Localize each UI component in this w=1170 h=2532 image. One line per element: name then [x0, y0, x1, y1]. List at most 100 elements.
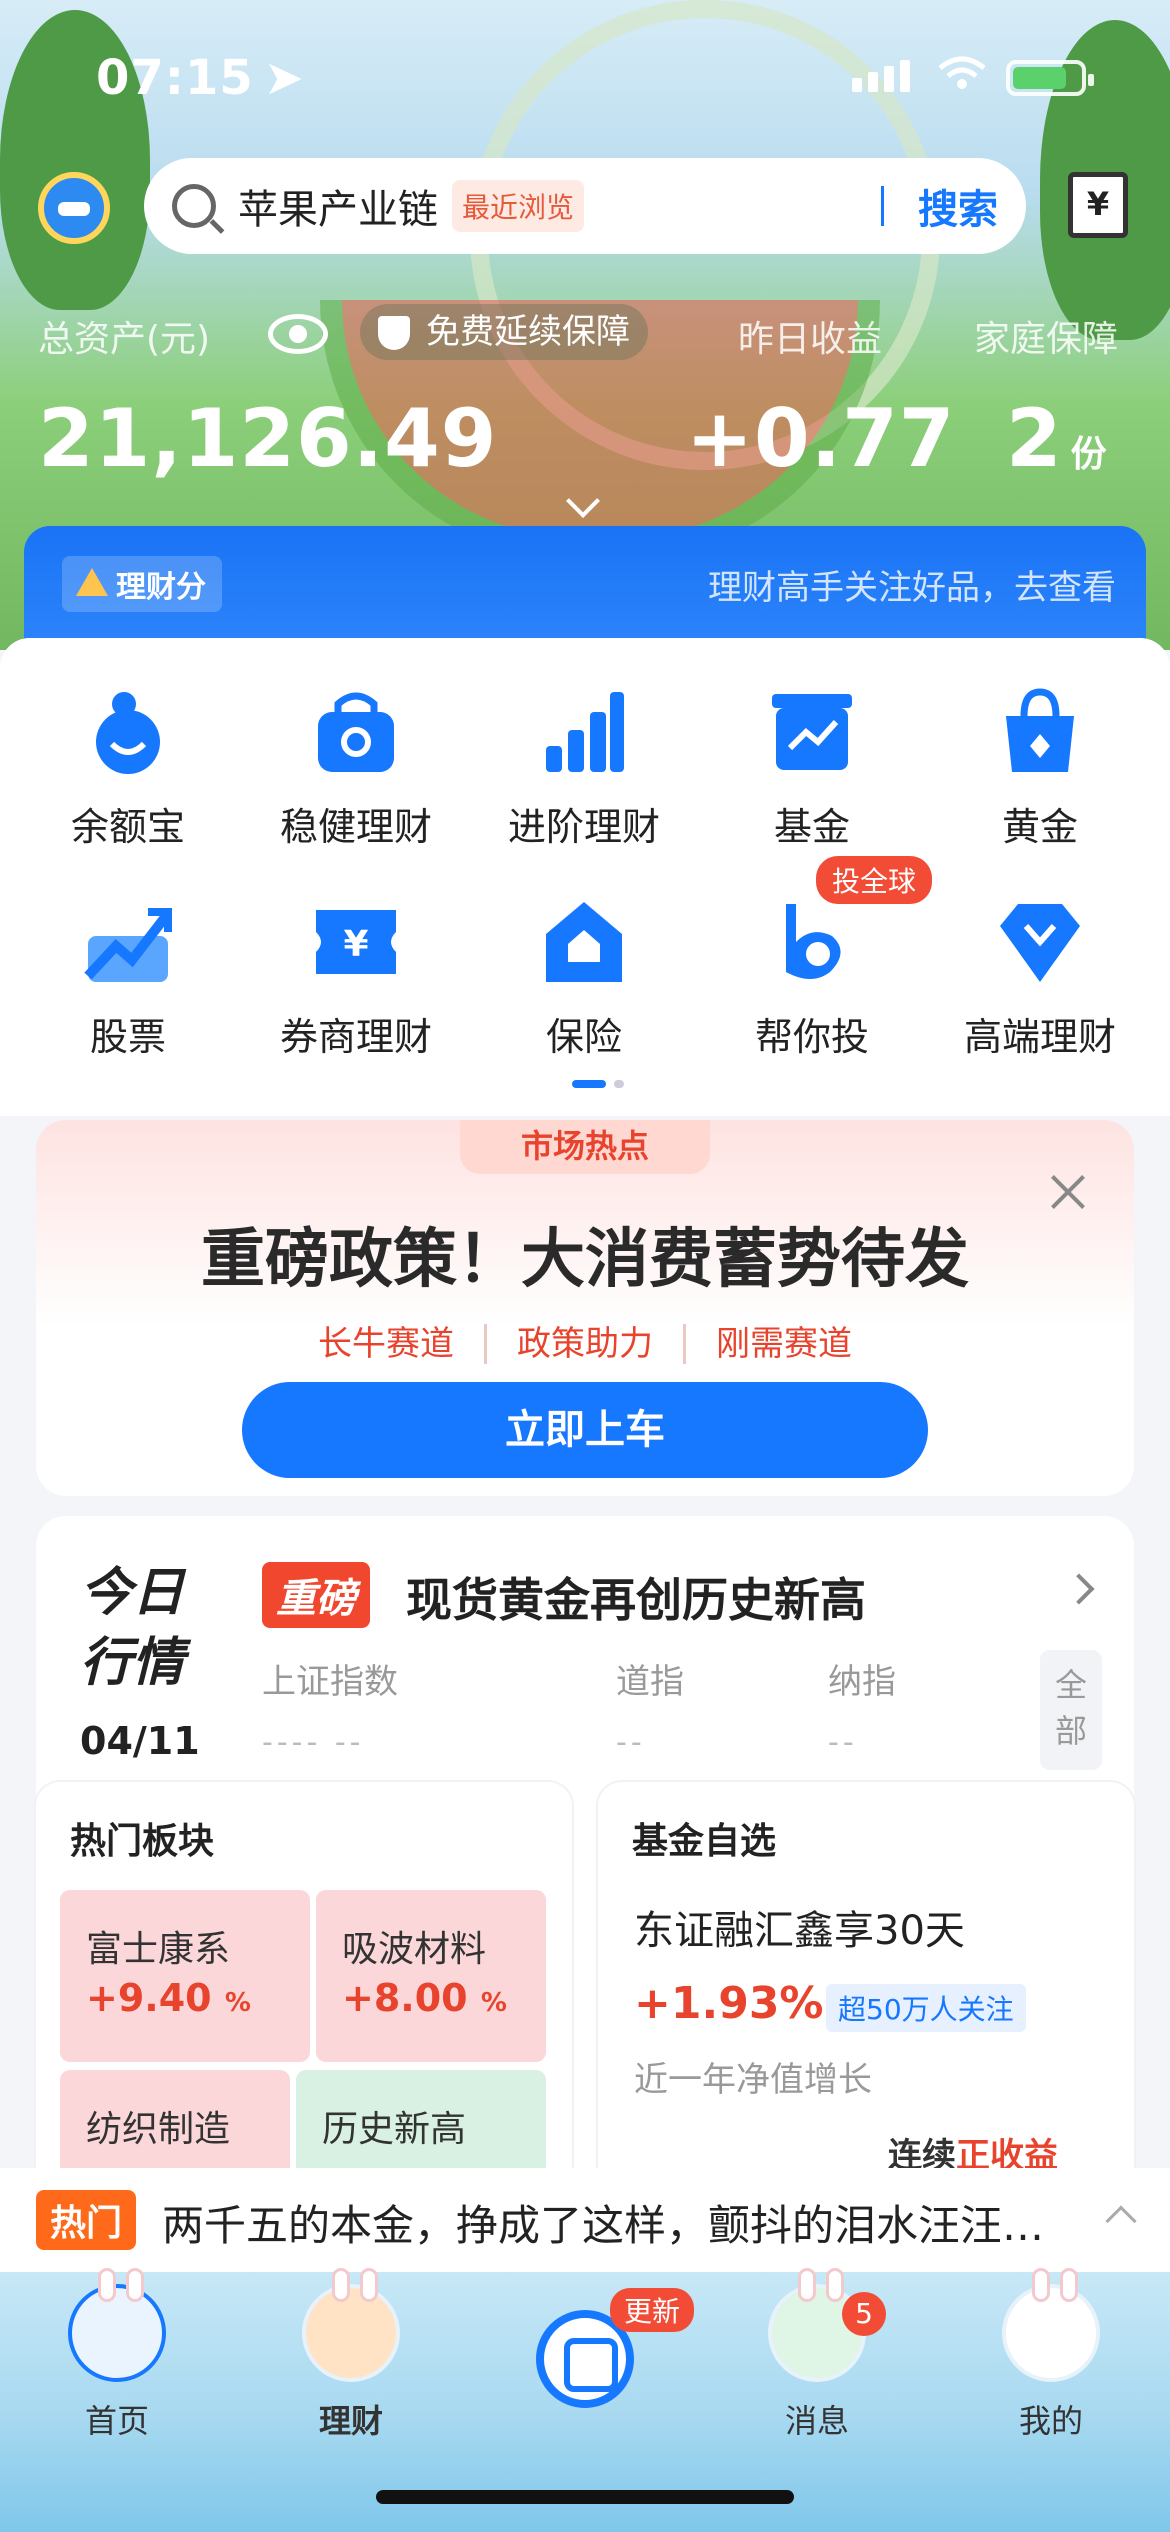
- yen-ticket-icon: ¥: [316, 910, 396, 974]
- sector-tile[interactable]: 富士康系 +9.40 %: [60, 1890, 310, 2062]
- app-logo-avatar[interactable]: [38, 172, 110, 244]
- protection-label: 免费延续保障: [426, 312, 630, 352]
- all-button-label: 全部: [1054, 1666, 1087, 1750]
- sector-tile[interactable]: 吸波材料 +8.00 %: [316, 1890, 546, 2062]
- finance-score-bar[interactable]: 理财分 理财高手关注好品，去查看: [24, 526, 1146, 656]
- grid-item-label: 券商理财: [279, 1015, 432, 1059]
- sector-name: 吸波材料: [342, 1929, 487, 1970]
- main-content: 余额宝 稳健理财 进阶理财 基金 黄金 股票 ¥ 券商理财 保险 帮你投 投全球…: [0, 638, 1170, 2422]
- svg-text:¥: ¥: [343, 924, 368, 965]
- diamond-icon: [1000, 904, 1080, 982]
- grid-item-label: 保险: [545, 1015, 622, 1059]
- stock-trend-icon: [84, 908, 172, 982]
- all-indices-button[interactable]: 全部: [1040, 1650, 1102, 1770]
- sector-change-value: +8.00: [342, 1976, 468, 2020]
- tab-label: 消息: [784, 2402, 849, 2440]
- recent-browse-chip[interactable]: 最近浏览: [452, 180, 585, 232]
- promo-tag: 政策助力: [484, 1324, 683, 1364]
- index-value: ---- --: [262, 1725, 365, 1760]
- grid-item-gold[interactable]: 黄金: [926, 686, 1154, 851]
- today-market-title: 今日 行情 04/11: [80, 1558, 200, 1776]
- promo-title: 重磅政策！大消费蓄势待发: [201, 1223, 969, 1297]
- family-protection-value[interactable]: 2份: [1006, 392, 1108, 485]
- tab-wealth[interactable]: 理财: [234, 2268, 468, 2442]
- tab-messages[interactable]: 消息: [700, 2268, 934, 2442]
- index-value: --: [616, 1725, 646, 1760]
- grid-item-insurance[interactable]: 保险: [470, 896, 698, 1061]
- score-tag-label: 理财分: [116, 570, 206, 605]
- family-count: 2: [1006, 392, 1063, 485]
- finance-score-tag: 理财分: [62, 556, 222, 612]
- status-time: 07:15 ➤: [96, 50, 306, 106]
- stable-wallet-icon: [318, 692, 394, 772]
- grid-item-label: 基金: [773, 805, 850, 849]
- score-promo-text: 理财高手关注好品，去查看: [708, 568, 1116, 608]
- wifi-icon: [938, 56, 986, 89]
- home-indicator: [376, 2490, 794, 2504]
- total-assets-value[interactable]: 21,126.49: [38, 392, 497, 485]
- tab-mine[interactable]: 我的: [934, 2268, 1168, 2442]
- grid-item-premium[interactable]: 高端理财: [926, 896, 1154, 1061]
- sector-change: +9.40 %: [86, 1976, 284, 2020]
- family-protection-label: 家庭保障: [974, 319, 1119, 360]
- grid-item-yuebao[interactable]: 余额宝: [14, 686, 242, 851]
- yesterday-income-value[interactable]: +0.77: [686, 392, 955, 485]
- index-dow[interactable]: 道指 --: [616, 1654, 684, 1760]
- sector-change-unit: %: [480, 1988, 507, 2018]
- grid-item-label: 黄金: [1001, 805, 1078, 849]
- search-keyword: 苹果产业链: [238, 187, 438, 233]
- eye-icon[interactable]: [268, 314, 328, 354]
- grid-item-advanced[interactable]: 进阶理财: [470, 686, 698, 851]
- grid-item-help-invest[interactable]: 帮你投: [698, 896, 926, 1061]
- wealth-bunny-icon: [302, 2268, 400, 2382]
- global-invest-badge: 投全球: [816, 856, 933, 904]
- insurance-house-icon: [546, 902, 622, 982]
- search-bar[interactable]: 苹果产业链 最近浏览 搜索: [144, 158, 1026, 254]
- index-name: 道指: [616, 1662, 684, 1702]
- headline-chip: 重磅: [262, 1562, 370, 1628]
- news-text: 两千五的本金，挣成了这样，颤抖的泪水汪汪…: [162, 2201, 1045, 2250]
- market-headline[interactable]: 现货黄金再创历史新高: [406, 1564, 866, 1630]
- fund-icon: [772, 694, 852, 770]
- free-protection-pill[interactable]: 免费延续保障: [360, 304, 648, 360]
- promo-tag: 长牛赛道: [318, 1324, 454, 1364]
- grid-item-broker[interactable]: ¥ 券商理财: [242, 896, 470, 1061]
- grid-item-stock[interactable]: 股票: [14, 896, 242, 1061]
- yuebao-icon: [96, 692, 160, 774]
- grid-item-label: 余额宝: [70, 805, 185, 849]
- title-line: 今日: [80, 1563, 185, 1623]
- bill-icon[interactable]: ¥: [1068, 172, 1128, 238]
- close-icon[interactable]: [1048, 1172, 1088, 1212]
- fund-pick-title: 基金自选: [632, 1821, 777, 1862]
- grid-item-label: 进阶理财: [507, 805, 660, 849]
- grid-item-fund[interactable]: 基金: [698, 686, 926, 851]
- index-nasdaq[interactable]: 纳指 --: [828, 1654, 896, 1760]
- cellular-signal-icon: [852, 60, 910, 92]
- search-button[interactable]: 搜索: [918, 177, 998, 235]
- market-hotspot-card[interactable]: 市场热点 重磅政策！大消费蓄势待发 长牛赛道 政策助力 刚需赛道 立即上车: [36, 1120, 1134, 1496]
- hot-news-ticker[interactable]: 热门 两千五的本金，挣成了这样，颤抖的泪水汪汪…: [0, 2168, 1170, 2272]
- sector-name: 历史新高: [322, 2109, 467, 2150]
- chevron-right-icon[interactable]: [1063, 1573, 1095, 1605]
- sector-change: +8.00 %: [342, 1976, 520, 2020]
- index-name: 纳指: [828, 1662, 896, 1702]
- market-date: 04/11: [80, 1719, 200, 1763]
- bar-chart-icon: [546, 692, 624, 772]
- fund-followers-tag: 超50万人关注: [826, 1984, 1026, 2032]
- mine-bunny-icon: [1002, 2268, 1100, 2382]
- grid-item-stable[interactable]: 稳健理财: [242, 686, 470, 851]
- family-unit: 份: [1070, 434, 1108, 475]
- index-value: --: [828, 1725, 858, 1760]
- title-line: 行情: [80, 1633, 185, 1693]
- chevron-up-icon[interactable]: [1105, 2205, 1137, 2237]
- grid-item-label: 高端理财: [963, 1015, 1116, 1059]
- sector-change-unit: %: [224, 1988, 251, 2018]
- promo-tab: 市场热点: [460, 1120, 710, 1174]
- message-count-badge: 5: [842, 2292, 886, 2336]
- total-assets-label: 总资产(元): [38, 319, 211, 360]
- page-indicator: [572, 1080, 624, 1088]
- promo-cta-button[interactable]: 立即上车: [242, 1382, 928, 1478]
- tab-label: 首页: [84, 2402, 149, 2440]
- index-shanghai[interactable]: 上证指数 ---- --: [262, 1654, 398, 1760]
- tab-home[interactable]: 首页: [0, 2268, 234, 2442]
